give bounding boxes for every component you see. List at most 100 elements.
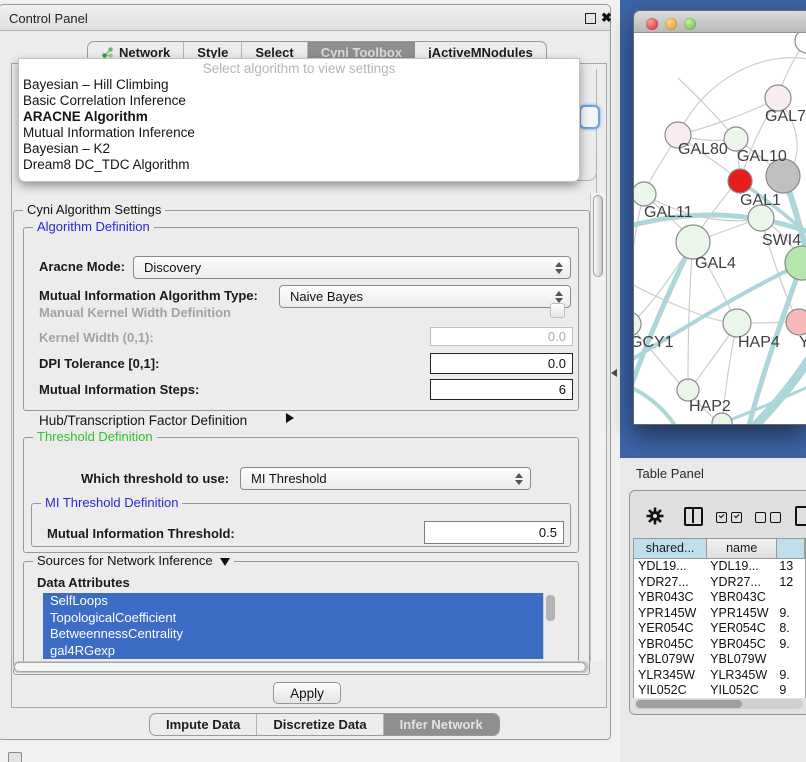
network-node-label: GAL7	[765, 108, 806, 126]
table-cell: YDR27...	[634, 575, 707, 591]
list-vertical-scrollbar[interactable]	[543, 593, 555, 659]
table-cell	[777, 652, 805, 668]
network-canvas[interactable]: GAL7GAL80GAL10GAL1GAL11SWI4GAL4GCY1HAP4Y…	[634, 33, 806, 425]
network-node[interactable]	[723, 309, 751, 337]
scrollbar-thumb[interactable]	[636, 700, 742, 708]
table-row[interactable]: YLR345WYLR345W9.	[634, 668, 805, 684]
checked-checkbox-icon[interactable]	[716, 512, 727, 523]
table-row[interactable]: YIL052CYIL052C9	[634, 683, 805, 698]
dropdown-item[interactable]: Basic Correlation Inference	[23, 93, 186, 108]
unchecked-checkbox-icon[interactable]	[770, 512, 781, 523]
network-node-label: GAL10	[737, 148, 787, 166]
dropdown-item[interactable]: Bayesian – Hill Climbing	[23, 77, 169, 92]
mi-steps-label: Mutual Information Steps:	[39, 382, 199, 397]
control-panel-titlebar[interactable]: Control Panel ✖	[0, 5, 610, 31]
scrollbar-thumb[interactable]	[593, 195, 603, 277]
stepper-icon	[555, 291, 563, 303]
focused-small-button[interactable]	[579, 105, 600, 129]
network-node-label: GAL1	[740, 192, 781, 210]
close-icon[interactable]: ✖	[601, 10, 612, 26]
table-row[interactable]: YPR145WYPR145W9.	[634, 606, 805, 622]
split-columns-icon[interactable]	[684, 507, 703, 526]
stepper-icon	[515, 473, 523, 485]
network-nodes-layer	[634, 33, 806, 425]
tab-impute-data[interactable]: Impute Data	[150, 714, 257, 735]
list-item[interactable]: SelfLoops	[43, 593, 543, 610]
table-row[interactable]: YDL19...YDL19...13	[634, 559, 805, 575]
dropdown-item[interactable]: Dream8 DC_TDC Algorithm	[23, 157, 190, 172]
table-cell	[777, 590, 805, 606]
collapse-arrow-icon[interactable]	[220, 558, 230, 566]
data-attributes-label: Data Attributes	[37, 575, 130, 590]
network-node-label: HAP4	[738, 334, 780, 352]
network-node[interactable]	[795, 33, 806, 53]
manual-kernel-label: Manual Kernel Width Definition	[39, 305, 231, 320]
threshold-definition-legend: Threshold Definition	[33, 429, 157, 444]
mi-threshold-field[interactable]	[424, 521, 564, 544]
table-cell: YDL19...	[634, 559, 707, 575]
mi-algorithm-type-combo[interactable]: Naive Bayes	[279, 285, 571, 308]
table-row[interactable]: YDR27...YDR27...12	[634, 575, 805, 591]
table-cell: 9.	[777, 668, 805, 684]
cyni-algorithm-settings-legend: Cyni Algorithm Settings	[23, 202, 165, 217]
partial-corner-icon[interactable]	[8, 752, 22, 762]
manual-kernel-checkbox[interactable]	[550, 303, 565, 318]
panel-collapse-arrow[interactable]	[611, 369, 617, 377]
close-traffic-light[interactable]	[646, 18, 658, 30]
list-item[interactable]: BetweennessCentrality	[43, 626, 543, 643]
column-header-partial[interactable]	[777, 539, 805, 559]
which-threshold-combo[interactable]: MI Threshold	[240, 467, 531, 490]
table-cell: YDR27...	[707, 575, 777, 591]
scrollbar-thumb[interactable]	[14, 662, 586, 672]
expand-arrow-icon[interactable]	[286, 413, 294, 423]
sources-legend: Sources for Network Inference	[33, 553, 234, 568]
network-node-label: GCY1	[634, 334, 674, 352]
table-body: YDL19...YDL19...13YDR27...YDR27...12YBR0…	[634, 559, 805, 698]
float-window-icon[interactable]	[585, 13, 596, 24]
list-item[interactable]: gal4RGexp	[43, 643, 543, 660]
table-cell: YBL079W	[707, 652, 777, 668]
mi-steps-field[interactable]	[430, 379, 573, 400]
table-cell: YPR145W	[707, 606, 777, 622]
list-item[interactable]: TopologicalCoefficient	[43, 610, 543, 627]
table-row[interactable]: YBL079WYBL079W	[634, 652, 805, 668]
bottom-tabstrip: Impute Data Discretize Data Infer Networ…	[149, 713, 500, 736]
data-attributes-list[interactable]: SelfLoops TopologicalCoefficient Between…	[43, 593, 543, 659]
document-icon[interactable]	[795, 506, 806, 526]
tab-infer-network[interactable]: Infer Network	[384, 714, 499, 735]
network-node[interactable]	[676, 225, 710, 259]
settings-vertical-scrollbar[interactable]	[590, 193, 605, 661]
network-node[interactable]	[634, 182, 656, 206]
table-row[interactable]: YBR043CYBR043C	[634, 590, 805, 606]
network-node[interactable]	[728, 169, 752, 193]
control-panel-title: Control Panel	[9, 11, 88, 26]
column-header-shared-name[interactable]: shared...	[634, 539, 707, 559]
dropdown-placeholder: Select algorithm to view settings	[19, 61, 579, 76]
aracne-mode-label: Aracne Mode:	[39, 259, 125, 274]
mi-threshold-definition-legend: MI Threshold Definition	[41, 495, 182, 510]
network-node[interactable]	[785, 246, 806, 280]
stepper-icon	[555, 262, 563, 274]
network-window-titlebar[interactable]	[634, 11, 806, 33]
scrollbar-thumb[interactable]	[546, 595, 555, 621]
table-horizontal-scrollbar[interactable]	[635, 699, 803, 709]
column-header-name[interactable]: name	[707, 539, 777, 559]
dropdown-item[interactable]: Bayesian – K2	[23, 141, 110, 156]
network-node[interactable]	[786, 309, 806, 335]
aracne-mode-combo[interactable]: Discovery	[133, 256, 571, 279]
dropdown-item-selected[interactable]: ARACNE Algorithm	[23, 109, 148, 124]
unchecked-checkbox-icon[interactable]	[755, 512, 766, 523]
table-row[interactable]: YER054CYER054C8.	[634, 621, 805, 637]
minimize-traffic-light[interactable]	[665, 18, 677, 30]
settings-horizontal-scrollbar[interactable]	[13, 661, 589, 673]
settings-gear-icon[interactable]	[645, 506, 665, 526]
network-svg	[634, 33, 806, 425]
zoom-traffic-light[interactable]	[684, 18, 696, 30]
dpi-tolerance-field[interactable]	[430, 353, 573, 374]
table-row[interactable]: YBR045CYBR045C9.	[634, 637, 805, 653]
kernel-width-field[interactable]	[430, 327, 573, 346]
dropdown-item[interactable]: Mutual Information Inference	[23, 125, 195, 140]
tab-discretize-data[interactable]: Discretize Data	[257, 714, 383, 735]
apply-button[interactable]: Apply	[273, 682, 341, 704]
checked-checkbox-icon[interactable]	[731, 512, 742, 523]
